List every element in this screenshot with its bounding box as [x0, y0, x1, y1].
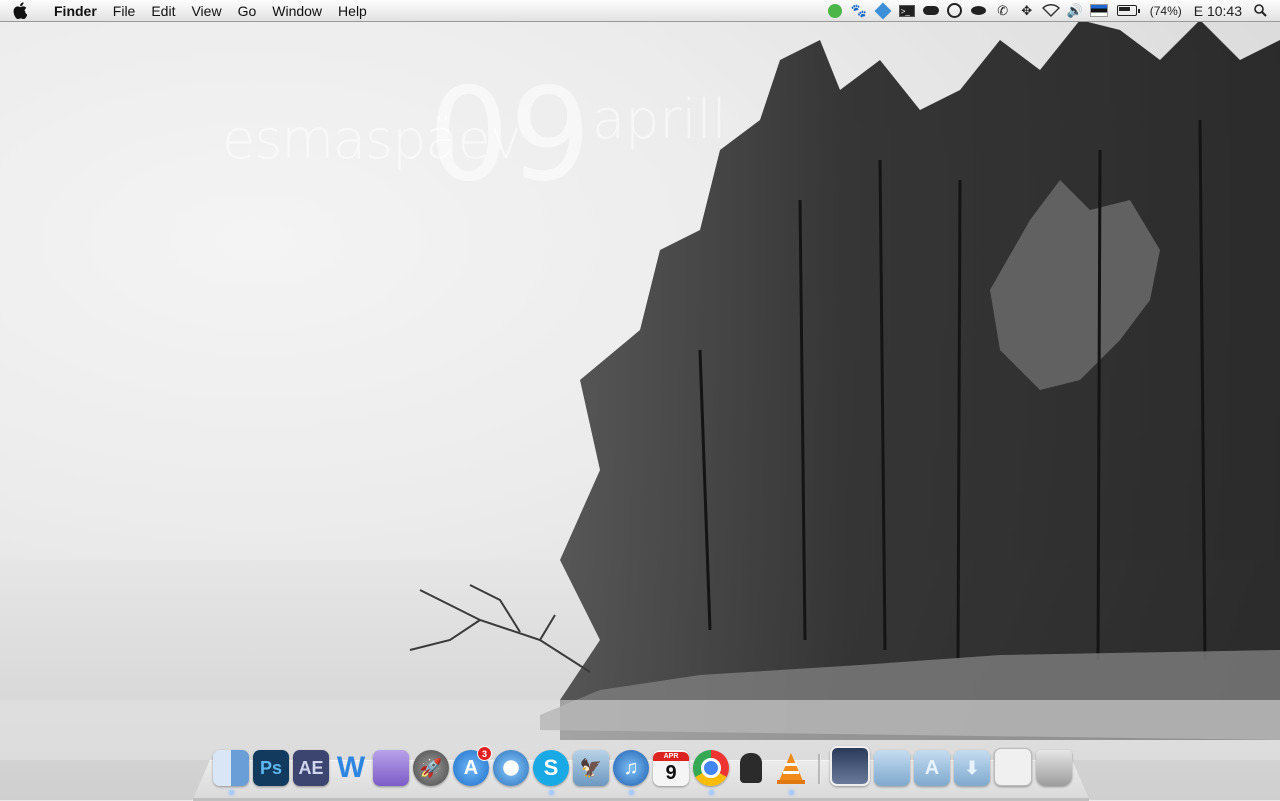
- terminal-icon[interactable]: >_: [895, 0, 919, 22]
- menu-help[interactable]: Help: [330, 0, 375, 22]
- wifi-icon[interactable]: [1039, 0, 1063, 22]
- cloud-icon[interactable]: [919, 0, 943, 22]
- phone-icon[interactable]: ✆: [991, 0, 1015, 22]
- dropbox-icon[interactable]: [871, 0, 895, 22]
- menu-edit[interactable]: Edit: [143, 0, 183, 22]
- volume-icon[interactable]: 🔊: [1063, 0, 1087, 22]
- documents-folder-icon[interactable]: [874, 750, 910, 786]
- battery-percent: (74%): [1149, 3, 1182, 18]
- move-icon[interactable]: ✥: [1015, 0, 1039, 22]
- calendar-day-label: 9: [665, 761, 677, 784]
- launchpad-icon[interactable]: 🚀: [413, 750, 449, 786]
- menu-go[interactable]: Go: [230, 0, 265, 22]
- apple-icon[interactable]: [0, 0, 40, 22]
- evernote-icon[interactable]: [823, 0, 847, 22]
- itunes-icon[interactable]: ♫: [613, 750, 649, 795]
- battery-icon[interactable]: [1111, 5, 1144, 16]
- menu-app-name[interactable]: Finder: [40, 0, 105, 22]
- menu-clock[interactable]: E 10:43: [1188, 0, 1248, 22]
- word-icon[interactable]: W: [333, 750, 369, 786]
- widget-date-number: 09: [428, 61, 591, 210]
- eye-icon[interactable]: [967, 0, 991, 22]
- sync-icon[interactable]: [943, 0, 967, 22]
- downloads-folder-icon[interactable]: ⬇: [954, 750, 990, 786]
- menu-file[interactable]: File: [105, 0, 144, 22]
- safari-icon[interactable]: [493, 750, 529, 786]
- keynote-icon[interactable]: [373, 750, 409, 786]
- calendar-month-label: APR: [653, 751, 689, 761]
- applications-folder-icon[interactable]: A: [914, 750, 950, 786]
- calendar-icon[interactable]: APR 9: [653, 750, 689, 786]
- search-icon[interactable]: [1248, 0, 1272, 22]
- finder-icon[interactable]: [213, 750, 249, 795]
- menu-bar: Finder File Edit View Go Window Help 🐾 >…: [0, 0, 1280, 22]
- chrome-icon[interactable]: [693, 750, 729, 795]
- dock-separator: [818, 754, 821, 784]
- desktop-stack-icon[interactable]: [830, 746, 870, 786]
- menu-window[interactable]: Window: [264, 0, 330, 22]
- menu-view[interactable]: View: [183, 0, 229, 22]
- dock: Ps AE W 🚀 A3 S 🦅 ♫ APR 9 A ⬇: [213, 746, 1076, 795]
- app-store-icon[interactable]: A3: [453, 746, 492, 786]
- widget-month-name: aprill: [592, 88, 727, 151]
- skype-icon[interactable]: S: [533, 750, 569, 795]
- screenshots-stack-icon[interactable]: [994, 748, 1032, 786]
- trash-icon[interactable]: [1036, 750, 1072, 786]
- after-effects-icon[interactable]: AE: [293, 750, 329, 786]
- estonian-flag-icon[interactable]: [1087, 0, 1111, 22]
- paw-icon[interactable]: 🐾: [847, 0, 871, 22]
- alfred-icon[interactable]: [733, 750, 769, 786]
- photoshop-icon[interactable]: Ps: [253, 750, 289, 786]
- mail-icon[interactable]: 🦅: [573, 750, 609, 786]
- vlc-icon[interactable]: [773, 750, 809, 795]
